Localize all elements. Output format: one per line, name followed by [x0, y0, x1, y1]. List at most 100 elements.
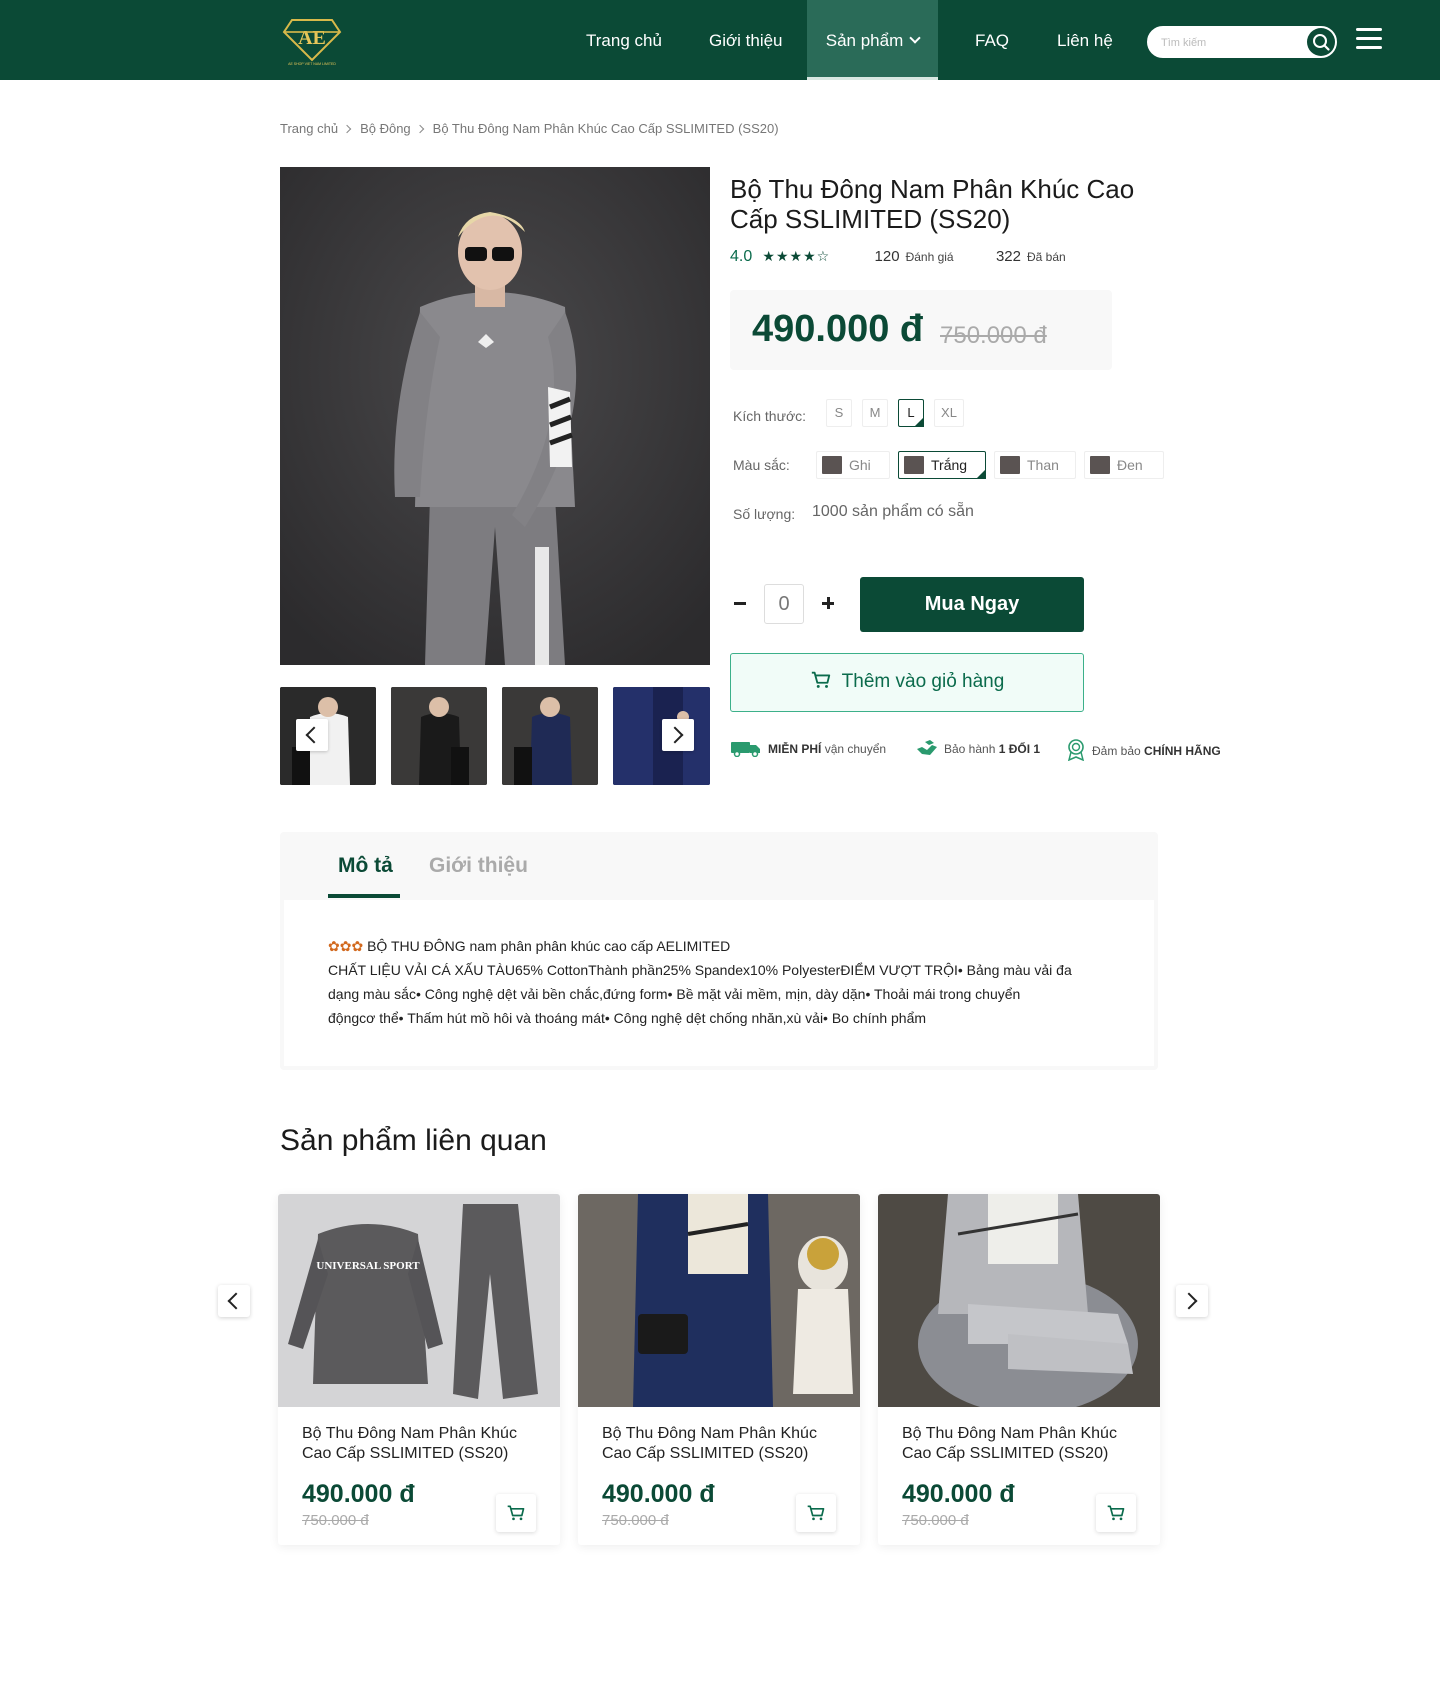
breadcrumb: Trang chủ Bộ Đông Bộ Thu Đông Nam Phân Khú… — [280, 120, 779, 136]
color-option-label: Ghi — [849, 457, 871, 473]
product-thumbnail[interactable] — [391, 687, 487, 785]
related-products-title: Sản phẩm liên quan — [280, 1124, 547, 1157]
search-button[interactable] — [1307, 28, 1335, 56]
search-box — [1145, 24, 1339, 60]
price-old: 750.000 đ — [940, 322, 1047, 349]
description-text: BỘ THU ĐÔNG nam phân phân khúc cao cấp A… — [367, 938, 731, 954]
product-image[interactable] — [878, 1194, 1160, 1407]
nav-home[interactable]: Trang chủ — [586, 0, 662, 80]
chevron-right-icon — [1180, 1292, 1198, 1310]
thumb-next-button[interactable] — [662, 719, 694, 751]
card-title[interactable]: Bộ Thu Đông Nam Phân Khúc Cao Cấp SSLIMI… — [302, 1424, 542, 1464]
tab-description[interactable]: Mô tả — [338, 854, 393, 878]
product-title: Bộ Thu Đông Nam Phân Khúc Cao Cấp SSLIMI… — [730, 174, 1135, 234]
perk-genuine: Đảm bảo CHÍNH HÃNG — [1066, 739, 1221, 763]
cart-icon — [507, 1505, 525, 1521]
brand-logo[interactable]: AE AE SHOP VIET NAM LIMITED — [280, 14, 344, 66]
cart-icon — [1107, 1505, 1125, 1521]
size-label: Kích thước: — [733, 408, 807, 424]
active-tab-indicator — [328, 894, 400, 898]
product-image[interactable] — [578, 1194, 860, 1407]
price-box: 490.000 đ 750.000 đ — [730, 290, 1112, 370]
price-current: 490.000 đ — [752, 308, 924, 350]
color-option-trang[interactable]: Trắng — [898, 451, 986, 479]
perk-bold: MIỄN PHÍ — [768, 742, 822, 757]
cart-icon — [807, 1505, 825, 1521]
breadcrumb-current: Bộ Thu Đông Nam Phân Khúc Cao Cấp SSLIMI… — [432, 121, 779, 137]
reviews-label: Đánh giá — [905, 250, 954, 264]
warranty-icon — [917, 740, 937, 755]
description-line: dạng màu sắc• Công nghệ dệt vải bền chắc… — [328, 986, 1021, 1002]
stock-text: 1000 sản phẩm có sẵn — [812, 503, 974, 520]
perk-warranty: Bảo hành 1 ĐỔI 1 — [916, 740, 1041, 759]
sold-label: Đã bán — [1026, 250, 1066, 264]
size-option-m[interactable]: M — [862, 399, 888, 427]
svg-text:AE SHOP VIET NAM LIMITED: AE SHOP VIET NAM LIMITED — [288, 62, 336, 66]
color-option-than[interactable]: Than — [994, 451, 1076, 479]
perk-bold: CHÍNH HÃNG — [1144, 744, 1221, 759]
reviews-count: 120 — [874, 248, 900, 265]
perk-free-shipping: MIỄN PHÍ vận chuyển — [730, 741, 886, 759]
quantity-label: Số lượng: — [733, 506, 796, 522]
color-swatch-thumbnail — [1000, 456, 1020, 474]
card-price: 490.000 đ — [302, 1480, 415, 1508]
nav-contact[interactable]: Liên hệ — [1057, 0, 1113, 80]
related-next-button[interactable] — [1176, 1285, 1208, 1317]
size-option-s[interactable]: S — [826, 399, 852, 427]
card-old-price: 750.000 đ — [302, 1512, 369, 1529]
rating-value: 4.0 — [730, 248, 753, 265]
color-option-den[interactable]: Đen — [1084, 451, 1164, 479]
card-price: 490.000 đ — [902, 1480, 1015, 1508]
quantity-decrease-button[interactable] — [731, 593, 751, 613]
related-product-card[interactable]: UNIVERSAL SPORT Bộ Thu Đông Nam Phân Khú… — [278, 1194, 560, 1545]
certified-icon — [1067, 739, 1085, 762]
hamburger-menu-icon[interactable] — [1356, 28, 1382, 52]
site-header: AE AE SHOP VIET NAM LIMITED Trang chủ Gi… — [0, 0, 1440, 80]
quantity-input[interactable] — [764, 584, 804, 624]
nav-products[interactable]: Sản phẩm — [807, 0, 938, 80]
breadcrumb-home[interactable]: Trang chủ — [280, 121, 338, 136]
related-product-card[interactable]: Bộ Thu Đông Nam Phân Khúc Cao Cấp SSLIMI… — [578, 1194, 860, 1545]
quantity-increase-button[interactable] — [819, 593, 839, 613]
color-option-label: Than — [1027, 457, 1059, 473]
breadcrumb-category[interactable]: Bộ Đông — [360, 121, 411, 136]
perk-text: Bảo hành — [944, 742, 996, 757]
product-main-image[interactable] — [280, 167, 710, 665]
cart-icon — [811, 671, 830, 688]
search-icon — [1313, 34, 1330, 51]
product-tabs: Mô tả Giới thiệu ✿✿✿ BỘ THU ĐÔNG nam phâ… — [280, 832, 1158, 1070]
related-product-card[interactable]: Bộ Thu Đông Nam Phân Khúc Cao Cấp SSLIMI… — [878, 1194, 1160, 1545]
product-image[interactable]: UNIVERSAL SPORT — [278, 1194, 560, 1407]
product-thumbnail[interactable] — [280, 687, 376, 785]
nav-faq[interactable]: FAQ — [975, 0, 1009, 80]
chevron-right-icon — [666, 726, 684, 744]
card-price: 490.000 đ — [602, 1480, 715, 1508]
card-add-to-cart-button[interactable] — [796, 1494, 836, 1532]
add-to-cart-button[interactable]: Thêm vào giỏ hàng — [730, 653, 1084, 712]
tab-introduction[interactable]: Giới thiệu — [429, 854, 528, 878]
maple-leaf-icon: ✿✿✿ — [328, 938, 364, 954]
selected-check-icon — [976, 469, 986, 479]
chevron-down-icon — [909, 32, 921, 44]
buy-now-button[interactable]: Mua Ngay — [860, 577, 1084, 632]
card-title[interactable]: Bộ Thu Đông Nam Phân Khúc Cao Cấp SSLIMI… — [602, 1424, 842, 1464]
nav-about[interactable]: Giới thiệu — [709, 0, 783, 80]
svg-text:AE: AE — [298, 27, 326, 49]
perk-bold: 1 ĐỔI 1 — [998, 742, 1041, 757]
thumb-prev-button[interactable] — [296, 719, 328, 751]
product-thumbnail[interactable] — [502, 687, 598, 785]
color-label: Màu sắc: — [733, 457, 790, 473]
size-option-xl[interactable]: XL — [934, 399, 964, 427]
chevron-right-icon — [415, 124, 424, 133]
card-add-to-cart-button[interactable] — [1096, 1494, 1136, 1532]
color-option-ghi[interactable]: Ghi — [816, 451, 890, 479]
card-add-to-cart-button[interactable] — [496, 1494, 536, 1532]
add-to-cart-label: Thêm vào giỏ hàng — [841, 671, 1005, 692]
print-text: UNIVERSAL SPORT — [316, 1260, 420, 1272]
card-title[interactable]: Bộ Thu Đông Nam Phân Khúc Cao Cấp SSLIMI… — [902, 1424, 1142, 1464]
rating-stars-icon: ★★★★☆ — [762, 248, 831, 264]
related-prev-button[interactable] — [218, 1285, 250, 1317]
perk-text: vận chuyển — [824, 742, 887, 757]
size-option-l[interactable]: L — [898, 399, 924, 427]
search-input[interactable] — [1161, 34, 1301, 52]
